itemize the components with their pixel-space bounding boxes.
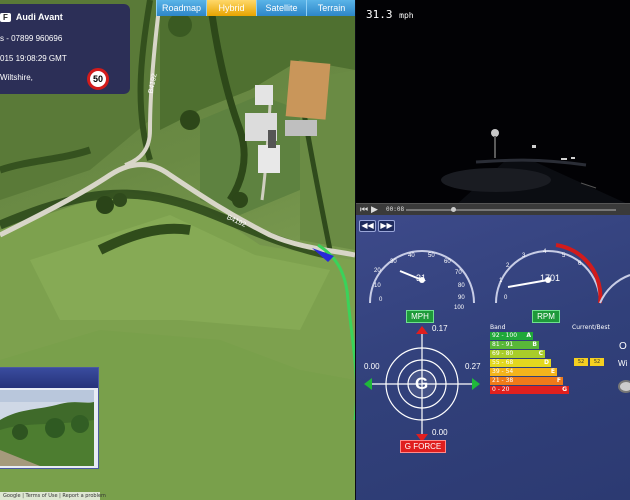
map-view[interactable]: B4192 B4192 Roadmap Hybrid Satellite Ter… bbox=[0, 0, 355, 500]
map-type-satellite-button[interactable]: Satellite bbox=[256, 0, 306, 16]
g-arrow-up bbox=[416, 326, 428, 334]
band-letter: D bbox=[542, 359, 551, 367]
score-band-b: 81 - 91 B bbox=[490, 341, 539, 349]
score-band-e: 39 - 54 E bbox=[490, 368, 557, 376]
map-attribution[interactable]: Google | Terms of Use | Report a problem bbox=[0, 492, 106, 500]
speedo-tick: 0 bbox=[379, 297, 383, 303]
band-letter: G bbox=[560, 386, 569, 394]
night-road-frame bbox=[356, 0, 630, 205]
score-band-d: 55 - 68 D bbox=[490, 359, 551, 367]
g-right-value: 0.27 bbox=[465, 362, 481, 371]
video-speed-unit: mph bbox=[399, 11, 414, 20]
telemetry-dashboard: ◀◀ ▶▶ 0 10 20 30 40 50 60 70 80 90 100 3… bbox=[356, 215, 630, 500]
current-score-marker: 52 bbox=[574, 358, 588, 366]
speedo-tick: 90 bbox=[458, 295, 465, 301]
band-range: 92 - 100 bbox=[492, 332, 518, 339]
g-left-value: 0.00 bbox=[364, 362, 380, 371]
speedo-tick: 100 bbox=[454, 305, 465, 311]
street-view-panel[interactable] bbox=[0, 367, 99, 469]
speedo-tick: 30 bbox=[390, 259, 397, 265]
tacho-value: 1701 bbox=[540, 273, 561, 283]
best-score-marker: 52 bbox=[590, 358, 604, 366]
g-force-label: G FORCE bbox=[400, 440, 446, 453]
video-time: 00:08 bbox=[386, 206, 405, 213]
band-range: 81 - 91 bbox=[492, 341, 514, 348]
g-bottom-value: 0.00 bbox=[432, 428, 448, 437]
band-letter: E bbox=[548, 368, 557, 376]
video-controls: ⏮ ▶ 00:08 bbox=[356, 203, 630, 215]
band-range: 39 - 54 bbox=[492, 368, 514, 375]
edge-label: Wi bbox=[618, 359, 628, 368]
score-band-g: 0 - 20 G bbox=[490, 386, 569, 394]
tacho-tick: 2 bbox=[506, 263, 510, 269]
video-seek-handle[interactable] bbox=[451, 207, 456, 212]
rewind-icon[interactable]: ⏮ bbox=[360, 205, 368, 215]
video-seek-bar[interactable] bbox=[406, 209, 616, 211]
dashcam-video[interactable]: 31.3 mph bbox=[356, 0, 630, 205]
gauges bbox=[369, 243, 630, 304]
speedo-tick: 50 bbox=[428, 253, 435, 259]
knob-icon[interactable] bbox=[618, 380, 630, 393]
speed-limit-sign: 50 bbox=[87, 68, 109, 90]
vehicle-info-panel: F Audi Avant s - 07899 960696 015 19:08:… bbox=[0, 4, 130, 94]
vehicle-tag: F bbox=[0, 12, 11, 22]
tacho-tick: 4 bbox=[543, 249, 547, 255]
band-range: 69 - 80 bbox=[492, 350, 514, 357]
g-top-value: 0.17 bbox=[432, 324, 448, 333]
vehicle-header: F Audi Avant bbox=[0, 12, 63, 22]
band-range: 55 - 68 bbox=[492, 359, 514, 366]
band-letter: C bbox=[536, 350, 545, 358]
band-letter: F bbox=[554, 377, 563, 385]
band-current-best-title: Current/Best bbox=[572, 324, 610, 331]
tacho-tick: 0 bbox=[504, 295, 508, 301]
score-band-a: 92 - 100 A bbox=[490, 332, 533, 340]
vehicle-name: Audi Avant bbox=[15, 12, 63, 22]
event-datetime: 015 19:08:29 GMT bbox=[0, 54, 67, 63]
video-speed-overlay: 31.3 mph bbox=[366, 8, 414, 21]
tacho-tick: 5 bbox=[562, 253, 566, 259]
speedo-tick: 20 bbox=[374, 268, 381, 274]
map-type-hybrid-button[interactable]: Hybrid bbox=[206, 0, 256, 16]
band-range: 21 - 38 bbox=[492, 377, 514, 384]
score-band-f: 21 - 38 F bbox=[490, 377, 563, 385]
g-arrow-right bbox=[472, 378, 480, 390]
rpm-label: RPM bbox=[532, 310, 560, 323]
map-type-terrain-button[interactable]: Terrain bbox=[306, 0, 355, 16]
dashboard-arcs bbox=[599, 274, 630, 304]
event-location: Wiltshire, bbox=[0, 73, 33, 82]
map-type-roadmap-button[interactable]: Roadmap bbox=[156, 0, 206, 16]
tacho-tick: 3 bbox=[522, 253, 526, 259]
street-view-titlebar[interactable] bbox=[0, 368, 98, 388]
score-band-c: 69 - 80 C bbox=[490, 350, 545, 358]
speedo-tick: 60 bbox=[444, 259, 451, 265]
tacho-tick: 6 bbox=[578, 261, 582, 267]
speedo-value: 31 bbox=[416, 273, 427, 283]
video-speed-value: 31.3 bbox=[366, 8, 393, 21]
driver-phone: s - 07899 960696 bbox=[0, 34, 63, 43]
play-icon[interactable]: ▶ bbox=[371, 205, 378, 215]
map-type-selector: Roadmap Hybrid Satellite Terrain bbox=[156, 0, 355, 16]
speedo-tick: 80 bbox=[458, 283, 465, 289]
edge-label: O bbox=[619, 341, 627, 352]
band-range: 0 - 20 bbox=[492, 386, 510, 393]
g-arrow-left bbox=[364, 378, 372, 390]
g-letter: G bbox=[415, 374, 429, 393]
band-letter: B bbox=[530, 341, 539, 349]
tacho-tick: 1 bbox=[499, 278, 503, 284]
speedo-tick: 70 bbox=[455, 270, 462, 276]
band-letter: A bbox=[524, 332, 533, 340]
speedo-tick: 10 bbox=[374, 283, 381, 289]
vehicle-tracking-app: B4192 B4192 Roadmap Hybrid Satellite Ter… bbox=[0, 0, 630, 500]
speedo-tick: 40 bbox=[408, 253, 415, 259]
band-title: Band bbox=[490, 324, 506, 331]
street-view-photo bbox=[0, 390, 94, 466]
